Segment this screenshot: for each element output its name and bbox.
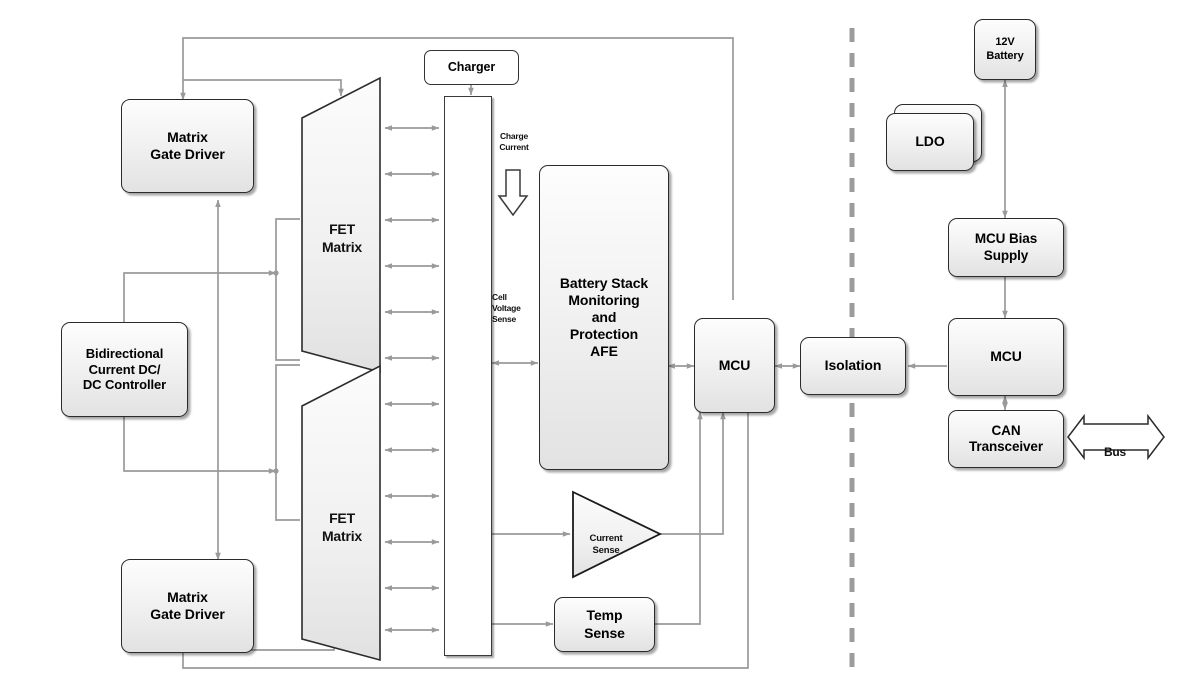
- battery-stack-afe[interactable]: Battery Stack Monitoring and Protection …: [539, 165, 669, 470]
- fet-matrix-bottom-label: FET Matrix: [321, 509, 363, 544]
- charge-current-label: Charge Current: [499, 130, 529, 152]
- matrix-gate-driver-bottom[interactable]: Matrix Gate Driver: [121, 559, 254, 653]
- cell-tap-arrows: [384, 125, 440, 633]
- charger-block[interactable]: Charger: [424, 50, 519, 85]
- mcu-primary-block[interactable]: MCU: [694, 318, 775, 413]
- diagram-canvas: FET Matrix FET Matrix Current Sense Char…: [0, 0, 1200, 684]
- battery-cell-stack: [444, 96, 492, 656]
- temp-sense-block[interactable]: Temp Sense: [554, 597, 655, 652]
- ldo-block[interactable]: LDO: [886, 113, 974, 171]
- mcu-bias-supply-block[interactable]: MCU Bias Supply: [948, 218, 1064, 277]
- matrix-gate-driver-top[interactable]: Matrix Gate Driver: [121, 99, 254, 193]
- isolation-block[interactable]: Isolation: [800, 337, 906, 395]
- bidirectional-dcdc-controller[interactable]: Bidirectional Current DC/ DC Controller: [61, 322, 188, 417]
- mcu-secondary-block[interactable]: MCU: [948, 318, 1064, 396]
- charge-current-arrow: [497, 169, 529, 217]
- bus-label: Bus: [1103, 445, 1127, 460]
- can-transceiver-block[interactable]: CAN Transceiver: [948, 410, 1064, 468]
- current-sense-label: Current Sense: [589, 533, 623, 557]
- fet-matrix-top-label: FET Matrix: [321, 220, 363, 255]
- cell-voltage-sense-label: Cell Voltage Sense: [492, 291, 521, 324]
- battery-12v-block[interactable]: 12V Battery: [974, 19, 1036, 80]
